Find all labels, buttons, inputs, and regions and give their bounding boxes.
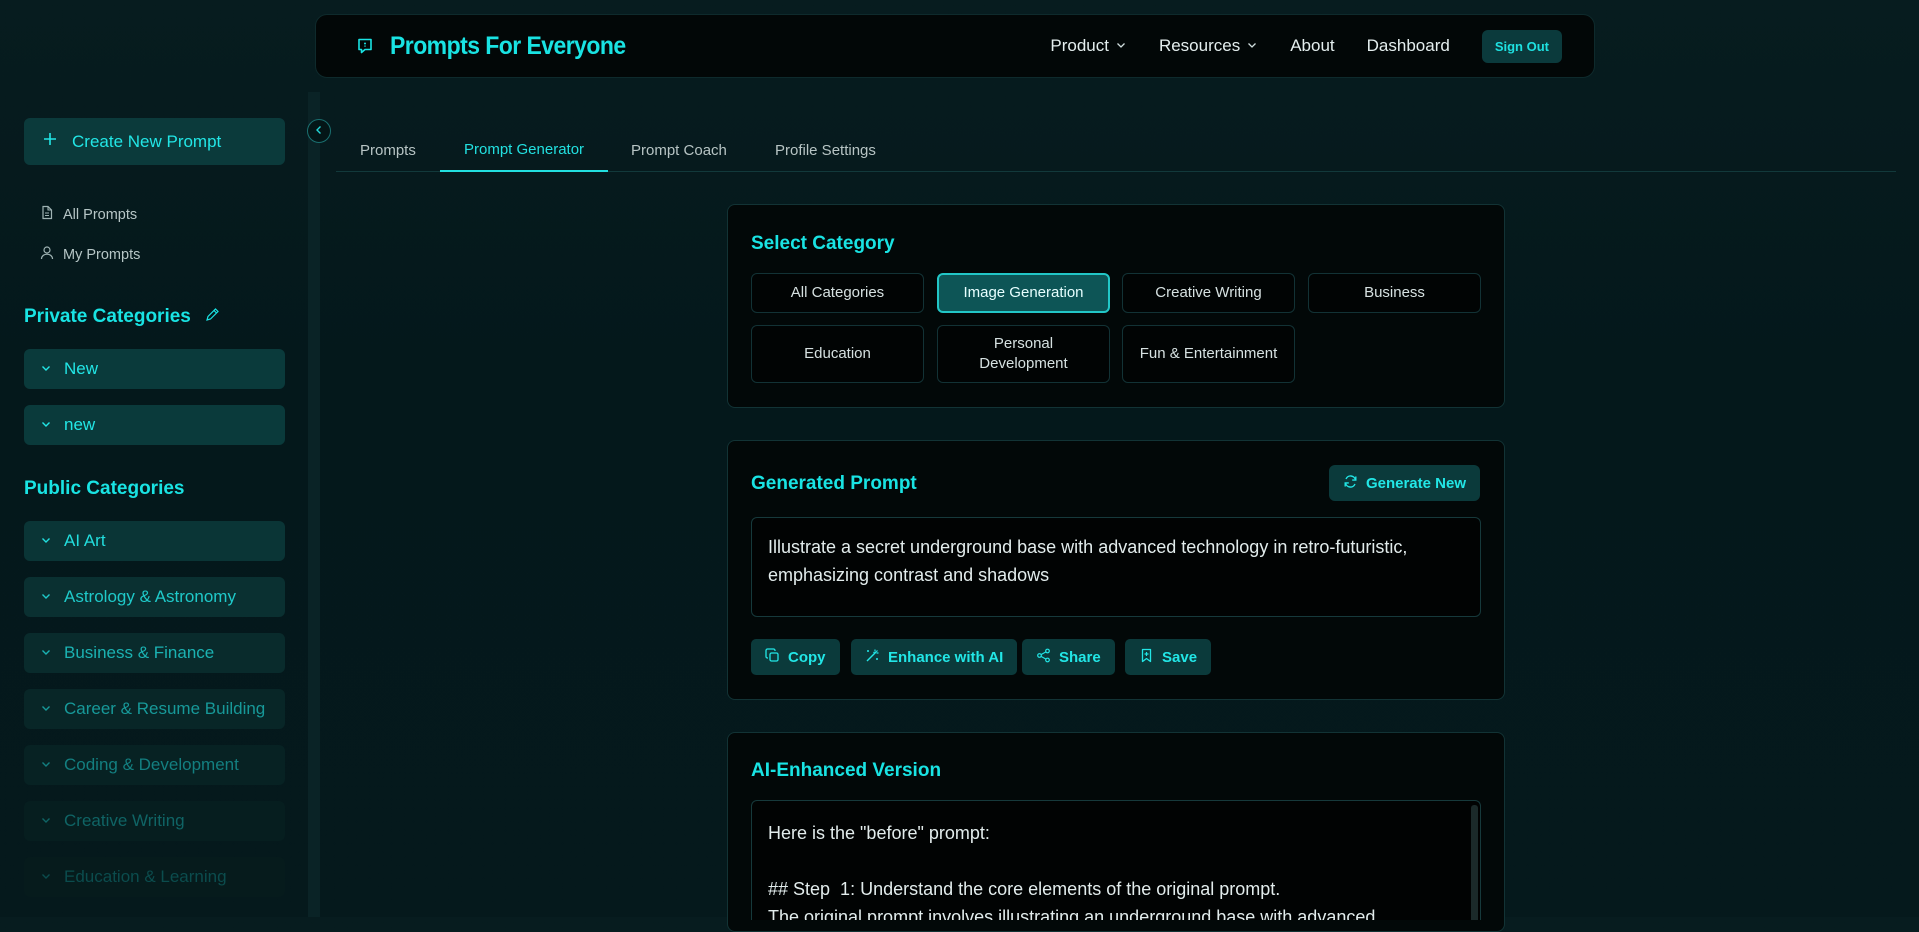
collapse-sidebar-button[interactable] (307, 119, 331, 143)
my-prompts-label: My Prompts (63, 246, 141, 263)
public-category-label: Education & Learning (64, 867, 227, 886)
chevron-down-icon (1246, 36, 1258, 56)
magic-wand-icon (865, 648, 880, 667)
ai-enhanced-line: The original prompt involves illustratin… (768, 907, 1376, 920)
private-category-label: New (64, 359, 99, 378)
public-categories-title: Public Categories (24, 478, 185, 499)
private-categories-title: Private Categories (24, 306, 191, 327)
my-prompts-link[interactable]: My Prompts (40, 245, 140, 264)
public-category-item[interactable]: Business & Finance (24, 633, 285, 673)
resources-menu-label: Resources (1158, 36, 1241, 55)
chevron-down-icon (40, 755, 52, 775)
private-category-item[interactable]: New (24, 349, 285, 389)
share-button[interactable]: Share (1022, 639, 1115, 675)
private-categories-heading: Private Categories (24, 306, 220, 328)
generate-new-label: Generate New (1365, 474, 1466, 492)
ai-enhanced-card: AI-Enhanced Version Here is the "before"… (727, 732, 1505, 932)
select-category-card: Select Category All Categories Image Gen… (727, 204, 1505, 408)
category-button-fun-entertainment[interactable]: Fun & Entertainment (1122, 325, 1295, 383)
tab-prompt-coach[interactable]: Prompt Coach (631, 128, 727, 172)
all-prompts-label: All Prompts (63, 206, 138, 223)
ai-enhanced-line: ## Step 1: Understand the core elements … (768, 879, 1281, 899)
copy-icon (765, 647, 780, 667)
chevron-left-icon (314, 122, 324, 140)
sidebar-divider (308, 92, 320, 917)
brand-name: Prompts For Everyone (390, 31, 626, 60)
save-label: Save (1162, 648, 1198, 666)
user-icon (40, 245, 54, 264)
scrollbar[interactable] (1471, 805, 1478, 920)
public-category-item[interactable]: Creative Writing (24, 801, 285, 841)
brand[interactable]: Prompts For Everyone (356, 32, 646, 61)
category-button-education[interactable]: Education (751, 325, 924, 383)
private-category-item[interactable]: new (24, 405, 285, 445)
generated-prompt-line: emphasizing contrast and shadows (768, 565, 1050, 585)
generate-new-button[interactable]: Generate New (1328, 465, 1480, 501)
category-button-image-generation[interactable]: Image Generation (937, 273, 1110, 313)
public-category-item[interactable]: Astrology & Astronomy (24, 577, 285, 617)
about-link[interactable]: About (1290, 36, 1334, 56)
create-new-prompt-button[interactable]: Create New Prompt (24, 118, 285, 165)
select-category-title: Select Category (751, 233, 895, 254)
chevron-down-icon (40, 359, 52, 379)
chat-bubble-icon (356, 37, 374, 55)
public-category-label: Astrology & Astronomy (64, 587, 236, 606)
sign-out-button[interactable]: Sign Out (1481, 29, 1562, 63)
tab-profile-settings[interactable]: Profile Settings (775, 128, 876, 172)
ai-enhanced-line: Here is the "before" prompt: (768, 823, 990, 843)
public-category-label: Coding & Development (64, 755, 239, 774)
copy-label: Copy (788, 648, 826, 666)
top-navigation: Prompts For Everyone Product Resources A… (315, 14, 1595, 78)
ai-enhanced-text[interactable]: Here is the "before" prompt: ## Step 1: … (751, 800, 1481, 920)
plus-icon (42, 131, 58, 152)
public-category-label: AI Art (64, 531, 106, 550)
category-button-business[interactable]: Business (1308, 273, 1481, 313)
tab-prompt-generator[interactable]: Prompt Generator (440, 128, 609, 172)
category-button-all[interactable]: All Categories (751, 273, 924, 313)
public-categories-heading: Public Categories (24, 478, 185, 500)
category-button-personal-development[interactable]: Personal Development (937, 325, 1110, 383)
chevron-down-icon (40, 587, 52, 607)
product-menu[interactable]: Product (1050, 36, 1127, 56)
resources-menu[interactable]: Resources (1159, 36, 1258, 56)
product-menu-label: Product (1050, 36, 1109, 55)
public-category-item[interactable]: AI Art (24, 521, 285, 561)
chevron-down-icon (40, 415, 52, 435)
public-category-item[interactable]: Coding & Development (24, 745, 285, 785)
public-category-label: Career & Resume Building (64, 699, 266, 718)
private-category-label: new (64, 415, 96, 434)
generated-prompt-card: Generated Prompt Generate New Illustrate… (727, 440, 1505, 700)
generated-prompt-title: Generated Prompt (751, 473, 917, 494)
sidebar: Create New Prompt All Prompts My Prompts… (0, 0, 305, 917)
pencil-icon[interactable] (205, 306, 220, 328)
public-category-label: Business & Finance (64, 643, 215, 662)
chevron-down-icon (40, 643, 52, 663)
public-category-label: Creative Writing (64, 811, 185, 830)
dashboard-link[interactable]: Dashboard (1367, 36, 1450, 56)
tab-prompts[interactable]: Prompts (360, 128, 416, 172)
chevron-down-icon (40, 811, 52, 831)
create-new-prompt-label: Create New Prompt (72, 131, 222, 151)
share-icon (1036, 648, 1051, 667)
chevron-down-icon (1115, 36, 1127, 56)
chevron-down-icon (40, 699, 52, 719)
all-prompts-link[interactable]: All Prompts (40, 205, 137, 224)
chevron-down-icon (40, 867, 52, 887)
generated-prompt-line: Illustrate a secret underground base wit… (768, 537, 1408, 557)
tab-bar: Prompts Prompt Generator Prompt Coach Pr… (336, 128, 1896, 172)
refresh-icon (1343, 474, 1358, 493)
document-icon (40, 205, 54, 224)
generated-prompt-text: Illustrate a secret underground base wit… (751, 517, 1481, 617)
ai-enhanced-title: AI-Enhanced Version (751, 760, 942, 781)
category-button-creative-writing[interactable]: Creative Writing (1122, 273, 1295, 313)
bookmark-icon (1139, 648, 1154, 667)
copy-button[interactable]: Copy (751, 639, 840, 675)
share-label: Share (1059, 648, 1101, 666)
enhance-label: Enhance with AI (888, 648, 1004, 666)
enhance-with-ai-button[interactable]: Enhance with AI (851, 639, 1018, 675)
public-category-item[interactable]: Education & Learning (24, 857, 285, 897)
save-button[interactable]: Save (1125, 639, 1212, 675)
public-category-item[interactable]: Career & Resume Building (24, 689, 285, 729)
chevron-down-icon (40, 531, 52, 551)
